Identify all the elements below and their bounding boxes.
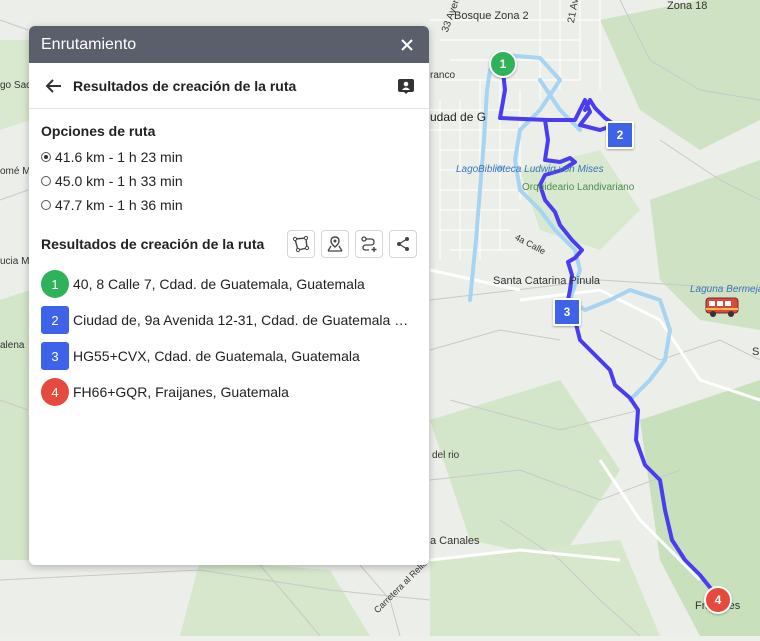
stop-item-4[interactable]: 4 FH66+GQR, Fraijanes, Guatemala <box>41 374 417 410</box>
arrow-left-icon <box>45 78 61 93</box>
stops-list: 1 40, 8 Calle 7, Cdad. de Guatemala, Gua… <box>29 258 429 410</box>
map-label-left4: ucia M <box>0 256 30 267</box>
map-label-left5: alena <box>0 340 25 351</box>
results-subtitle: Resultados de creación de la ruta <box>73 77 297 94</box>
back-button[interactable] <box>41 73 67 99</box>
map-pin-icon <box>327 236 343 252</box>
map-pin-4[interactable]: 4 <box>704 586 732 614</box>
stop-item-3[interactable]: 3 HG55+CVX, Cdad. de Guatemala, Guatemal… <box>41 338 417 374</box>
contact-card-icon <box>398 78 414 94</box>
route-option-1[interactable]: 41.6 km - 1 h 23 min <box>41 145 417 169</box>
map-pin-button[interactable] <box>321 230 349 258</box>
panel-header: Enrutamiento <box>29 26 429 63</box>
map-label-laguna: Laguna Bermeja <box>690 284 760 295</box>
stop-address-2: Ciudad de, 9a Avenida 12-31, Cdad. de Gu… <box>73 312 413 328</box>
radio-unselected[interactable] <box>41 176 51 186</box>
map-pin-2[interactable]: 2 <box>606 121 634 149</box>
map-label-ciudad: udad de G <box>430 110 487 124</box>
results-row: Resultados de creación de la ruta <box>29 217 429 258</box>
route-option-1-label: 41.6 km - 1 h 23 min <box>55 149 183 165</box>
route-add-icon <box>361 236 377 252</box>
map-pin-1[interactable]: 1 <box>489 50 517 78</box>
panel-title: Enrutamiento <box>41 35 137 53</box>
polygon-button[interactable] <box>287 230 315 258</box>
map-pin-3[interactable]: 3 <box>553 298 581 326</box>
share-icon <box>397 237 409 251</box>
map-label-left3: omé M <box>0 166 31 177</box>
route-option-2-label: 45.0 km - 1 h 33 min <box>55 173 183 189</box>
stop-address-3: HG55+CVX, Cdad. de Guatemala, Guatemala <box>73 348 360 364</box>
map-label-lago: Lago <box>456 164 479 175</box>
map-label-canales: a Canales <box>430 535 480 547</box>
route-options-section: Opciones de ruta 41.6 km - 1 h 23 min 45… <box>29 109 429 217</box>
stop-badge-1: 1 <box>41 270 69 298</box>
radio-unselected[interactable] <box>41 200 51 210</box>
close-button[interactable] <box>397 35 417 55</box>
stop-address-4: FH66+GQR, Fraijanes, Guatemala <box>73 384 289 400</box>
stop-item-2[interactable]: 2 Ciudad de, 9a Avenida 12-31, Cdad. de … <box>41 302 417 338</box>
map-pin-1-label: 1 <box>499 57 507 71</box>
map-pin-2-label: 2 <box>616 128 624 142</box>
map-pin-4-label: 4 <box>714 593 722 607</box>
stop-badge-2: 2 <box>41 306 69 334</box>
close-icon <box>401 38 413 51</box>
map-label-del-rio: del rio <box>432 450 460 461</box>
share-button[interactable] <box>389 230 417 258</box>
polygon-icon <box>292 235 310 253</box>
map-label-left1: go Sac <box>0 80 32 91</box>
map-label-right1: S <box>752 346 760 358</box>
map-label-zona18: Zona 18 <box>667 0 708 12</box>
sub-header: Resultados de creación de la ruta <box>29 63 429 109</box>
stop-badge-4: 4 <box>41 378 69 406</box>
map-label-biblioteca: Biblioteca Ludwig von Mises <box>478 164 604 175</box>
route-add-button[interactable] <box>355 230 383 258</box>
results-title: Resultados de creación de la ruta <box>41 236 265 252</box>
bus-icon[interactable] <box>704 296 740 318</box>
route-option-3[interactable]: 47.7 km - 1 h 36 min <box>41 193 417 217</box>
stop-badge-3: 3 <box>41 342 69 370</box>
map-label-bosque: Bosque Zona 2 <box>454 10 529 22</box>
map-label-santa-catarina: Santa Catarina Pinula <box>493 275 601 287</box>
radio-selected[interactable] <box>41 152 51 162</box>
map-label-left6: ranco <box>430 70 456 81</box>
route-option-3-label: 47.7 km - 1 h 36 min <box>55 197 183 213</box>
route-option-2[interactable]: 45.0 km - 1 h 33 min <box>41 169 417 193</box>
route-options-title: Opciones de ruta <box>41 123 156 139</box>
map-pin-3-label: 3 <box>563 305 571 319</box>
stop-item-1[interactable]: 1 40, 8 Calle 7, Cdad. de Guatemala, Gua… <box>41 266 417 302</box>
map-label-orquideario: Orquideario Landivariano <box>522 182 635 193</box>
stop-address-1: 40, 8 Calle 7, Cdad. de Guatemala, Guate… <box>73 276 365 292</box>
contact-card-button[interactable] <box>393 73 419 99</box>
routing-panel: Enrutamiento Resultados de creación de l… <box>29 26 429 565</box>
results-toolbar <box>287 230 417 258</box>
